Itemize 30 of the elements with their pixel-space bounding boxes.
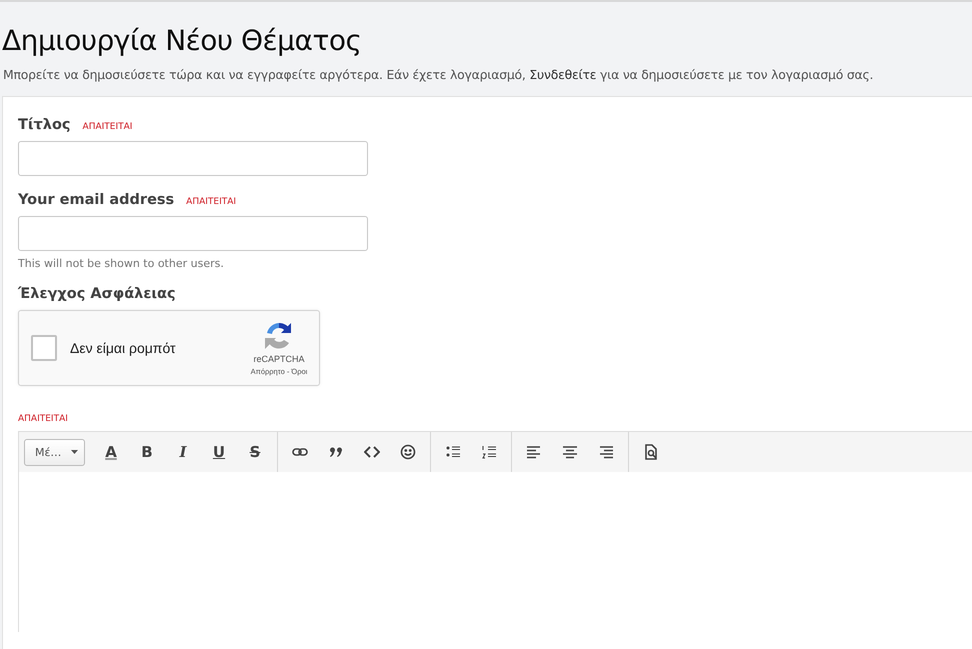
field-label: Τίτλος <box>18 117 71 133</box>
strike-button[interactable]: S <box>237 437 273 467</box>
required-text: ΑΠΑΙΤΕΙΤΑΙ <box>186 197 236 207</box>
recaptcha-brand: reCAPTCHA <box>253 354 304 364</box>
bold-button[interactable]: B <box>129 437 165 467</box>
smiley-icon <box>400 444 416 460</box>
align-center-icon <box>562 444 578 460</box>
align-right-icon <box>598 444 614 460</box>
text-color-button[interactable]: A <box>93 437 129 467</box>
page-title: Δημιουργία Νέου Θέματος <box>2 24 362 57</box>
bulleted-list-icon <box>445 444 461 460</box>
field-label: Έλεγχος Ασφάλειας <box>18 286 176 302</box>
required-text: ΑΠΑΙΤΕΙΤΑΙ <box>82 122 132 132</box>
align-left-icon <box>526 444 542 460</box>
italic-button[interactable]: I <box>165 437 201 467</box>
underline-button[interactable]: U <box>201 437 237 467</box>
code-icon <box>364 444 380 460</box>
numbered-list-icon <box>481 444 497 460</box>
field-label: Your email address <box>18 192 174 208</box>
intro-text: Μπορείτε να δημοσιεύσετε τώρα και να εγγραφείτε αργότερα. Εάν έχετε λογαριασμό, Συνδεθείτε για να δημοσιεύσετε με τον λογαριασμό σας. <box>3 67 874 82</box>
sign-in-link[interactable]: Συνδεθείτε <box>529 67 596 82</box>
required-text: ΑΠΑΙΤΕΙΤΑΙ <box>18 414 69 424</box>
input-field[interactable] <box>18 141 368 176</box>
input-field[interactable] <box>18 216 368 251</box>
field-hint: This will not be shown to other users. <box>18 257 225 270</box>
preview-icon <box>643 444 659 460</box>
format-dropdown[interactable]: Μέ… <box>24 438 85 466</box>
checkbox-label: Δεν είμαι ρομπότ <box>70 340 177 356</box>
caret-icon <box>71 450 78 454</box>
checkbox[interactable] <box>31 335 57 361</box>
